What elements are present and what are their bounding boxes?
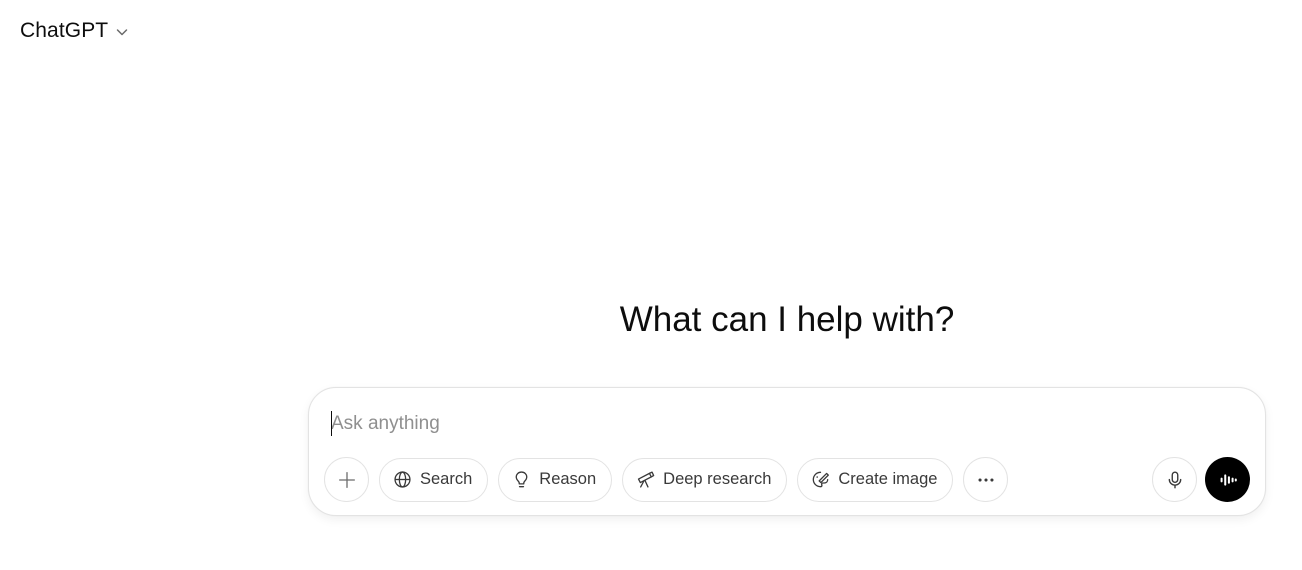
voice-mode-button[interactable] [1205, 457, 1250, 502]
deep-research-tool-label: Deep research [663, 470, 772, 488]
more-dots-icon [978, 477, 994, 482]
composer-toolbar: Search Reason Deep research Create image [324, 457, 1250, 502]
more-tools-button[interactable] [963, 457, 1009, 502]
create-image-tool-label: Create image [838, 470, 938, 488]
composer: Search Reason Deep research [308, 387, 1266, 516]
microphone-icon [1168, 471, 1181, 488]
plus-icon [338, 471, 355, 488]
dictate-button[interactable] [1152, 457, 1197, 502]
telescope-icon [638, 471, 655, 488]
attach-button[interactable] [324, 457, 369, 502]
globe-icon [394, 471, 411, 488]
page-headline: What can I help with? [619, 300, 955, 339]
text-caret [331, 411, 332, 436]
prompt-input[interactable] [331, 410, 1231, 438]
lightbulb-icon [515, 471, 528, 488]
model-selector[interactable]: ChatGPT [12, 14, 138, 48]
deep-research-tool-button[interactable]: Deep research [622, 457, 788, 502]
search-tool-button[interactable]: Search [379, 457, 489, 502]
reason-tool-label: Reason [539, 470, 597, 488]
reason-tool-button[interactable]: Reason [498, 457, 613, 502]
chevron-down-icon [116, 28, 128, 35]
search-tool-label: Search [420, 470, 473, 488]
model-selector-label: ChatGPT [20, 19, 109, 42]
chat-page: ChatGPT What can I help with? Search [0, 0, 1302, 570]
create-image-tool-button[interactable]: Create image [797, 457, 954, 502]
voice-waveform-icon [1220, 473, 1237, 486]
palette-icon [813, 471, 830, 488]
